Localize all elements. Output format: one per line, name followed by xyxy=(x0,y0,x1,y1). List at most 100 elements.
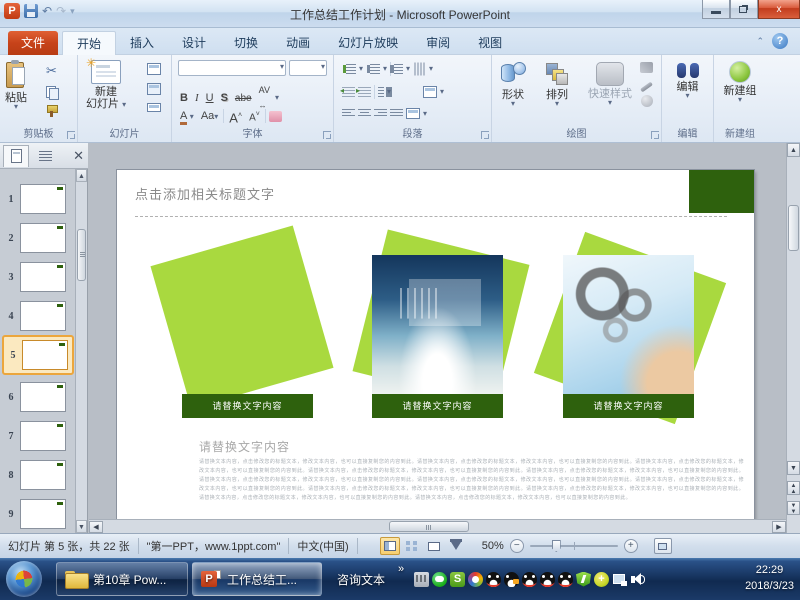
editing-button[interactable]: 编辑 ▾ xyxy=(662,59,713,99)
slideshow-button[interactable] xyxy=(446,537,466,555)
clear-formatting-icon[interactable] xyxy=(269,111,282,122)
section-icon[interactable] xyxy=(147,103,161,112)
slide-thumbnail-5-selected[interactable]: 5 xyxy=(2,335,74,375)
vertical-scrollbar[interactable]: ▲ ▼ ▲▲ ▼▼ xyxy=(786,143,800,533)
reset-slide-icon[interactable] xyxy=(147,83,161,95)
input-method-icon[interactable] xyxy=(414,572,429,587)
panel-scrollbar[interactable]: ▲ ▼ xyxy=(75,169,87,533)
shrink-font-button[interactable]: A˅ xyxy=(247,107,262,125)
bold-button[interactable]: B xyxy=(178,91,190,106)
taskbar-overflow-icon[interactable]: » xyxy=(398,563,404,575)
rainbow-app-icon[interactable] xyxy=(468,572,483,587)
layout-icon[interactable] xyxy=(147,63,161,75)
font-dialog-launcher[interactable] xyxy=(323,131,331,139)
align-left-icon[interactable] xyxy=(342,109,355,118)
tab-slideshow[interactable]: 幻灯片放映 xyxy=(324,31,412,55)
font-size-combobox[interactable] xyxy=(289,60,327,76)
taskbar-powerpoint-window[interactable]: P 工作总结工... xyxy=(192,562,322,596)
bullets-icon[interactable] xyxy=(346,64,356,74)
image-card-2[interactable]: 请替换文字内容 xyxy=(372,255,503,418)
smartart-convert-icon[interactable] xyxy=(406,108,420,119)
security-shield-icon[interactable] xyxy=(576,572,591,587)
previous-slide-button[interactable]: ▲▲ xyxy=(787,481,800,495)
copy-icon[interactable] xyxy=(46,86,58,98)
shape-outline-icon[interactable] xyxy=(640,82,653,93)
minimize-ribbon-icon[interactable]: ⌃ xyxy=(756,36,764,47)
shape-fill-icon[interactable] xyxy=(640,62,653,73)
close-button[interactable]: x xyxy=(758,0,800,19)
minimize-button[interactable] xyxy=(702,0,730,19)
text-direction-icon[interactable] xyxy=(415,63,425,76)
slide-thumbnail-2[interactable]: 2 xyxy=(2,220,74,256)
paragraph-dialog-launcher[interactable] xyxy=(481,131,489,139)
tab-review[interactable]: 审阅 xyxy=(412,31,464,55)
taskbar-folder-window[interactable]: 第10章 Pow... xyxy=(56,562,188,596)
tab-view[interactable]: 视图 xyxy=(464,31,516,55)
horizontal-scrollbar[interactable]: ◀ ▶ xyxy=(89,519,786,533)
photo-gears[interactable] xyxy=(563,255,694,394)
next-slide-button[interactable]: ▼▼ xyxy=(787,501,800,515)
caption-bar-3[interactable]: 请替换文字内容 xyxy=(563,394,694,418)
vertical-scroll-thumb[interactable] xyxy=(788,205,799,251)
taskbar-chat-window[interactable]: 咨询文本 xyxy=(328,562,394,596)
align-right-icon[interactable] xyxy=(374,109,387,118)
change-case-button[interactable]: Aa▾ xyxy=(199,109,220,124)
align-center-icon[interactable] xyxy=(358,109,371,118)
body-heading[interactable]: 请替换文字内容 xyxy=(199,438,290,455)
scroll-down-icon[interactable]: ▼ xyxy=(787,461,800,475)
normal-view-button[interactable] xyxy=(380,537,400,555)
restore-button[interactable] xyxy=(730,0,758,19)
tab-home[interactable]: 开始 xyxy=(62,31,116,55)
body-placeholder-text[interactable]: 请替换文本内容，点击修改您的标题文本，修改文本内容，也可以直接复制您的内容到此。… xyxy=(199,458,744,503)
slide-thumbnail-1[interactable]: 1 xyxy=(2,181,74,217)
qq-icon-2[interactable] xyxy=(504,572,519,587)
grow-font-button[interactable]: A˄ xyxy=(227,108,244,125)
cut-icon[interactable]: ✂ xyxy=(46,63,58,79)
slide-thumbnail-9[interactable]: 9 xyxy=(2,496,74,532)
panel-scroll-down-icon[interactable]: ▼ xyxy=(76,520,87,533)
zoom-percentage[interactable]: 50% xyxy=(482,540,504,552)
scroll-left-icon[interactable]: ◀ xyxy=(89,521,103,533)
strikethrough-button[interactable]: abe xyxy=(233,91,254,106)
slide-thumbnail-3[interactable]: 3 xyxy=(2,259,74,295)
tab-file[interactable]: 文件 xyxy=(8,31,58,55)
tab-slides-thumbnails[interactable] xyxy=(3,145,29,167)
tab-design[interactable]: 设计 xyxy=(168,31,220,55)
scroll-up-icon[interactable]: ▲ xyxy=(787,143,800,157)
slide-thumbnail-7[interactable]: 7 xyxy=(2,418,74,454)
format-painter-icon[interactable] xyxy=(46,105,58,117)
columns-icon[interactable] xyxy=(378,87,384,97)
text-align-box-icon[interactable] xyxy=(423,86,437,98)
slide-canvas[interactable]: 点击添加相关标题文字 请替换文字内容 请替换文字内容 请替换文字内容 xyxy=(117,170,754,533)
slide-title-placeholder[interactable]: 点击添加相关标题文字 xyxy=(135,184,275,203)
slide-thumbnail-4[interactable]: 4 xyxy=(2,298,74,334)
horizontal-scroll-thumb[interactable] xyxy=(389,521,469,532)
new-slide-button[interactable]: ✳ 新建 幻灯片 ▾ xyxy=(86,60,126,110)
photo-analytics[interactable] xyxy=(372,255,503,394)
reading-view-button[interactable] xyxy=(424,537,444,555)
increase-indent-icon[interactable] xyxy=(358,87,371,97)
tab-transitions[interactable]: 切换 xyxy=(220,31,272,55)
zoom-out-button[interactable]: − xyxy=(510,539,524,553)
fit-to-window-button[interactable] xyxy=(654,538,672,554)
tab-outline[interactable] xyxy=(32,145,58,167)
panel-close-icon[interactable]: ✕ xyxy=(73,148,84,164)
slide-thumbnail-8[interactable]: 8 xyxy=(2,457,74,493)
panel-scroll-thumb[interactable] xyxy=(77,229,86,281)
font-color-button[interactable]: A ▾ xyxy=(178,109,196,124)
image-card-1[interactable]: 请替换文字内容 xyxy=(182,255,313,418)
clipboard-dialog-launcher[interactable] xyxy=(67,131,75,139)
photo-stairs[interactable] xyxy=(182,255,313,394)
zoom-slider-thumb[interactable] xyxy=(552,540,561,552)
slide-thumbnail-6[interactable]: 6 xyxy=(2,379,74,415)
line-spacing-icon[interactable] xyxy=(394,64,403,74)
volume-icon[interactable] xyxy=(630,572,645,587)
slide-editor-area[interactable]: 点击添加相关标题文字 请替换文字内容 请替换文字内容 请替换文字内容 xyxy=(89,143,786,533)
justify-icon[interactable] xyxy=(390,109,403,118)
zoom-slider[interactable] xyxy=(530,545,618,547)
language-indicator[interactable]: 中文(中国) xyxy=(297,538,348,554)
wechat-icon[interactable] xyxy=(432,572,447,587)
green-s-app-icon[interactable]: S xyxy=(450,572,465,587)
coin-plus-icon[interactable] xyxy=(594,572,609,587)
decrease-indent-icon[interactable] xyxy=(342,87,355,97)
